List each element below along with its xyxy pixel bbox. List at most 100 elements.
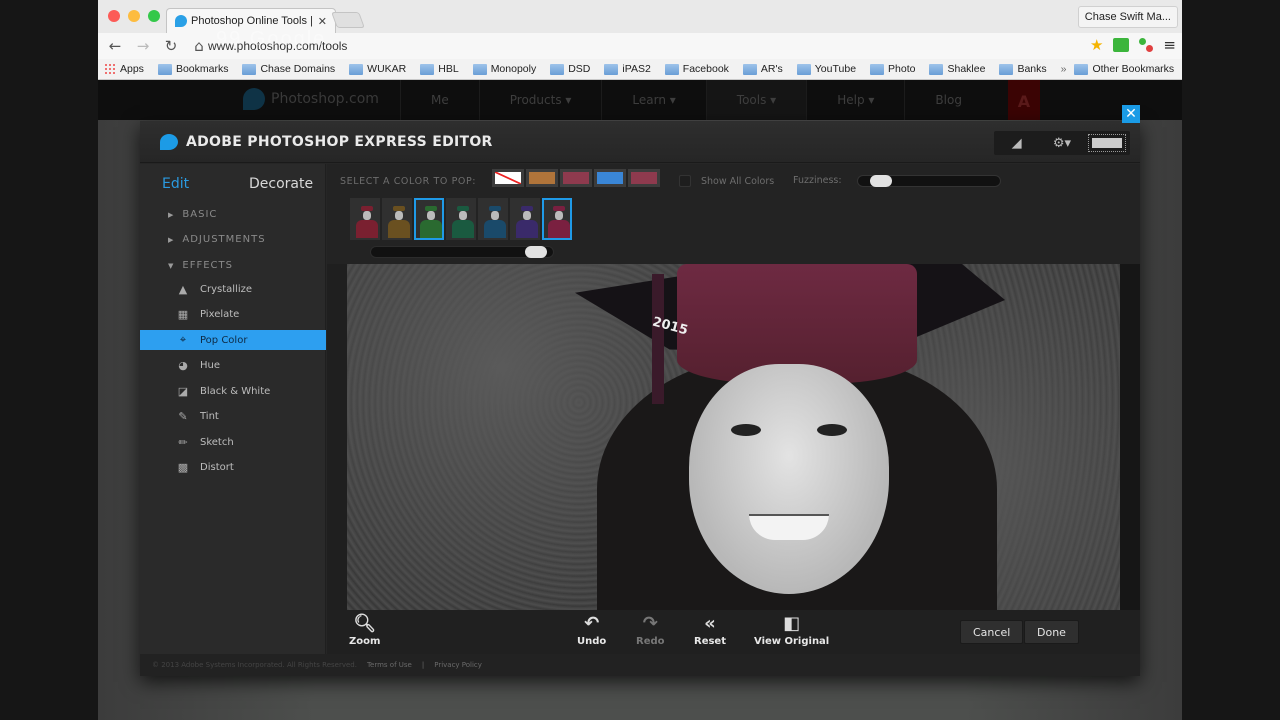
home-icon[interactable]: ⌂ [188, 35, 210, 57]
bookmark-wukar[interactable]: WUKAR [349, 63, 406, 75]
bookmark-banks[interactable]: Banks [999, 63, 1047, 75]
undo-button[interactable]: ↶ Undo [577, 614, 606, 648]
bookmark-ar-s[interactable]: AR's [742, 63, 783, 75]
pixelate-icon: ▦ [177, 308, 189, 321]
color-thumbnail[interactable] [478, 198, 508, 240]
extension-icon-2[interactable] [1139, 38, 1154, 52]
new-tab-button[interactable] [331, 12, 365, 28]
pop-color-icon: ⌖ [179, 333, 187, 346]
swatch-none[interactable] [492, 169, 524, 187]
nav-link-me[interactable]: Me [400, 80, 479, 120]
close-editor-button[interactable]: ✕ [1122, 105, 1140, 123]
editor-title: ADOBE PHOTOSHOP EXPRESS EDITOR [186, 134, 493, 150]
color-swatch[interactable] [594, 169, 626, 187]
bookmark-youtube[interactable]: YouTube [796, 63, 856, 75]
apps-icon [104, 63, 116, 75]
other-bookmarks[interactable]: Other Bookmarks [1074, 63, 1174, 75]
bookmark-label: WUKAR [367, 63, 407, 75]
bookmark-label: Facebook [682, 63, 729, 75]
color-thumbnail[interactable] [414, 198, 444, 240]
section-basic[interactable]: ▶ BASIC [168, 209, 217, 220]
bookmark-star-icon[interactable]: ★ [1090, 36, 1103, 54]
minimize-window-button[interactable] [128, 10, 140, 22]
close-window-button[interactable] [108, 10, 120, 22]
cancel-button[interactable]: Cancel [960, 620, 1024, 644]
color-thumbnail[interactable] [542, 198, 572, 240]
color-thumbnail[interactable] [446, 198, 476, 240]
address-bar[interactable]: www.photoshop.com/tools [208, 36, 1068, 56]
site-logo[interactable]: Photoshop.com [243, 88, 379, 110]
chrome-menu-icon[interactable]: ≡ [1163, 36, 1176, 54]
thumbnail-scrollbar[interactable] [370, 246, 554, 258]
bookmark-shaklee[interactable]: Shaklee [929, 63, 985, 75]
color-swatch[interactable] [526, 169, 558, 187]
section-effects[interactable]: ▼ EFFECTS [168, 260, 233, 271]
effect-hue[interactable]: ◕ Hue [140, 356, 326, 376]
bookmarks-overflow-button[interactable]: » [1061, 63, 1067, 75]
color-swatch[interactable] [560, 169, 592, 187]
close-tab-icon[interactable]: ✕ [318, 15, 327, 28]
privacy-link[interactable]: Privacy Policy [434, 661, 482, 669]
nav-link-tools[interactable]: Tools ▾ [705, 80, 807, 120]
redo-button[interactable]: ↷ Redo [636, 613, 665, 648]
fullscreen-icon[interactable] [1088, 134, 1127, 152]
effect-sketch[interactable]: ✏ Sketch [140, 432, 326, 452]
photo-canvas[interactable]: 2015 [347, 264, 1120, 610]
fuzziness-slider[interactable] [857, 175, 1001, 187]
settings-icon[interactable]: ⚙▾ [1047, 136, 1077, 151]
nav-link-blog[interactable]: Blog [904, 80, 992, 120]
bookmark-apps[interactable]: Apps [104, 63, 144, 75]
effect-distort[interactable]: ▩ Distort [140, 458, 326, 478]
back-icon[interactable]: ← [104, 35, 126, 57]
reset-label: Reset [694, 636, 726, 647]
effect-crystallize[interactable]: ▲ Crystallize [140, 279, 326, 299]
bookmark-hbl[interactable]: HBL [420, 63, 459, 75]
effect-pixelate[interactable]: ▦ Pixelate [140, 305, 326, 325]
effect-black-white[interactable]: ◪ Black & White [140, 381, 326, 401]
show-all-colors-checkbox[interactable] [679, 175, 691, 187]
color-swatch[interactable] [628, 169, 660, 187]
effect-pop-color[interactable]: ⌖ Pop Color [140, 330, 326, 350]
profile-button[interactable]: Chase Swift Ma... [1077, 6, 1178, 28]
effect-tint[interactable]: ✎ Tint [140, 407, 326, 427]
color-thumbnail[interactable] [382, 198, 412, 240]
browser-tab[interactable]: Photoshop Online Tools | P ✕ [166, 8, 336, 33]
bookmark-dsd[interactable]: DSD [550, 63, 590, 75]
tab-edit[interactable]: Edit [140, 172, 239, 196]
show-all-colors-label: Show All Colors [701, 175, 775, 187]
view-original-button[interactable]: ◧ View Original [754, 614, 830, 648]
select-color-label: SELECT A COLOR TO POP: [340, 176, 477, 187]
nav-link-learn[interactable]: Learn ▾ [601, 80, 705, 120]
zoom-button[interactable]: 🔍︎ Zoom [349, 614, 380, 648]
effect-label: Tint [200, 411, 219, 422]
forward-icon[interactable]: → [132, 35, 154, 57]
done-button[interactable]: Done [1024, 620, 1079, 644]
share-icon[interactable]: ◢ [1002, 136, 1032, 151]
extension-icon[interactable] [1113, 38, 1130, 52]
bookmark-facebook[interactable]: Facebook [664, 63, 729, 75]
adobe-logo[interactable]: A [1008, 80, 1040, 122]
thumbnail-scroll-handle[interactable] [524, 246, 547, 258]
folder-icon [349, 63, 364, 75]
zoom-window-button[interactable] [148, 10, 160, 22]
bookmark-photo[interactable]: Photo [870, 63, 915, 75]
tab-decorate[interactable]: Decorate [239, 172, 326, 196]
bookmark-label: DSD [568, 63, 591, 75]
bookmark-monopoly[interactable]: Monopoly [472, 63, 536, 75]
nav-link-help[interactable]: Help ▾ [806, 80, 904, 120]
terms-link[interactable]: Terms of Use [367, 661, 412, 669]
bookmark-bookmarks[interactable]: Bookmarks [157, 63, 228, 75]
distort-icon: ▩ [177, 461, 189, 474]
reset-button[interactable]: « Reset [694, 614, 726, 648]
fuzziness-slider-thumb[interactable] [870, 175, 893, 187]
nav-link-products[interactable]: Products ▾ [478, 80, 602, 120]
bookmark-ipas2[interactable]: iPAS2 [604, 63, 651, 75]
color-thumbnail[interactable] [350, 198, 380, 240]
reload-icon[interactable]: ↻ [160, 35, 182, 57]
color-thumbnail[interactable] [510, 198, 540, 240]
footer-separator: | [421, 661, 425, 669]
bookmark-chase-domains[interactable]: Chase Domains [242, 63, 335, 75]
view-original-label: View Original [754, 636, 830, 647]
redo-icon: ↷ [642, 613, 658, 634]
section-adjustments[interactable]: ▶ ADJUSTMENTS [168, 234, 266, 245]
